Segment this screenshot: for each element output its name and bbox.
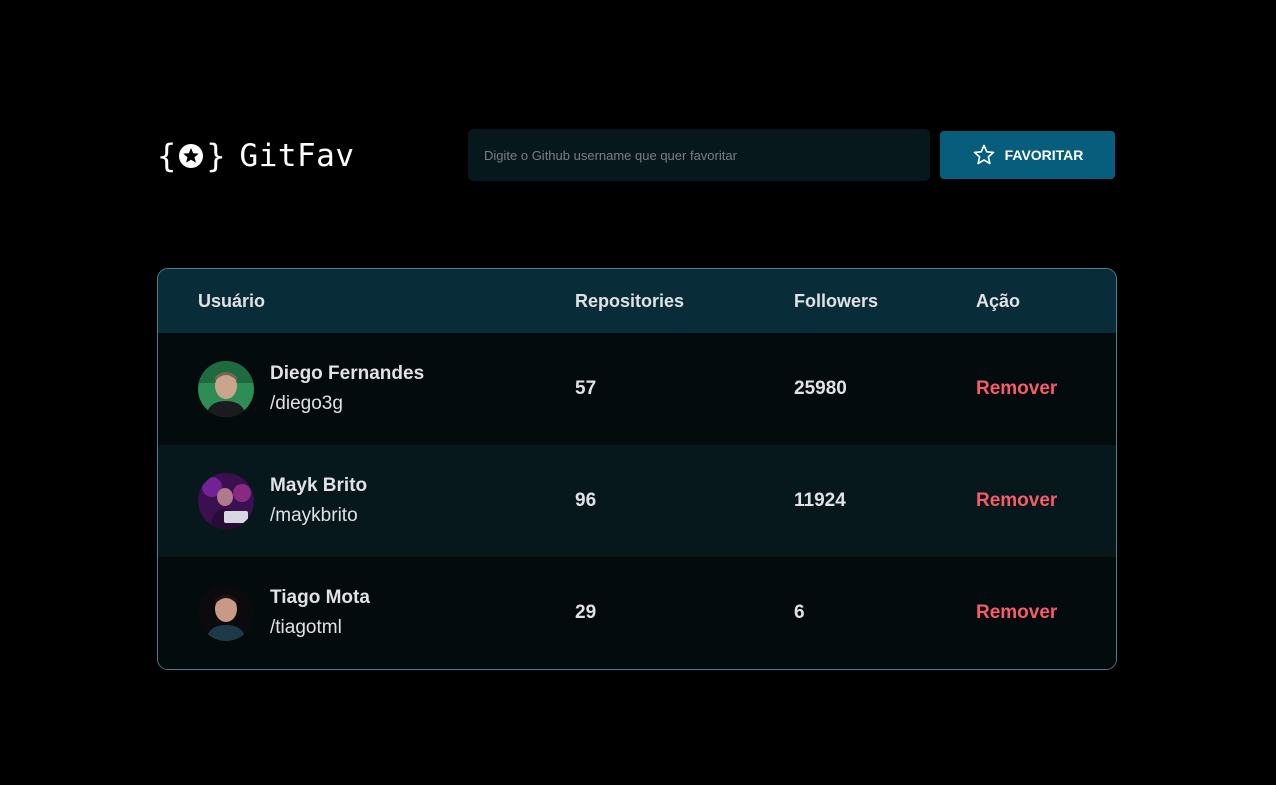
table-row: Diego Fernandes /diego3g 57 25980 Remove… xyxy=(158,333,1116,445)
user-cell: Mayk Brito /maykbrito xyxy=(198,473,575,529)
user-name: Diego Fernandes xyxy=(270,363,425,384)
repositories-count: 29 xyxy=(575,602,597,623)
remove-button[interactable]: Remover xyxy=(976,602,1057,624)
repositories-count: 57 xyxy=(575,378,597,399)
table-row: Mayk Brito /maykbrito 96 11924 Remover xyxy=(158,445,1116,557)
user-name: Tiago Mota xyxy=(270,587,370,608)
repositories-count: 96 xyxy=(575,490,597,511)
remove-button[interactable]: Remover xyxy=(976,490,1057,512)
user-login: /diego3g xyxy=(270,393,343,414)
followers-count: 25980 xyxy=(794,378,847,399)
app-logo: { } GitFav xyxy=(157,138,355,174)
user-cell: Diego Fernandes /diego3g xyxy=(198,361,575,417)
header-repositories: Repositories xyxy=(575,290,685,311)
search-input[interactable] xyxy=(468,129,930,181)
header-user: Usuário xyxy=(198,290,266,311)
favorite-button-label: FAVORITAR xyxy=(1004,147,1084,163)
favorites-table: Usuário Repositories Followers Ação Dieg… xyxy=(157,268,1117,670)
star-outline-icon xyxy=(972,143,996,167)
table-row: Tiago Mota /tiagotml 29 6 Remover xyxy=(158,557,1116,669)
remove-button[interactable]: Remover xyxy=(976,378,1057,400)
followers-count: 6 xyxy=(794,602,805,623)
user-name: Mayk Brito xyxy=(270,475,368,496)
table-header-row: Usuário Repositories Followers Ação xyxy=(158,269,1116,333)
user-cell: Tiago Mota /tiagotml xyxy=(198,585,575,641)
avatar xyxy=(198,361,254,417)
user-login: /maykbrito xyxy=(270,505,358,526)
star-braces-icon: { } xyxy=(157,137,226,175)
header-action: Ação xyxy=(976,290,1021,311)
avatar xyxy=(198,585,254,641)
app-title: GitFav xyxy=(239,138,355,174)
followers-count: 11924 xyxy=(794,490,846,511)
header-followers: Followers xyxy=(794,290,879,311)
avatar xyxy=(198,473,254,529)
user-login: /tiagotml xyxy=(270,617,342,638)
favorite-button[interactable]: FAVORITAR xyxy=(940,131,1115,179)
